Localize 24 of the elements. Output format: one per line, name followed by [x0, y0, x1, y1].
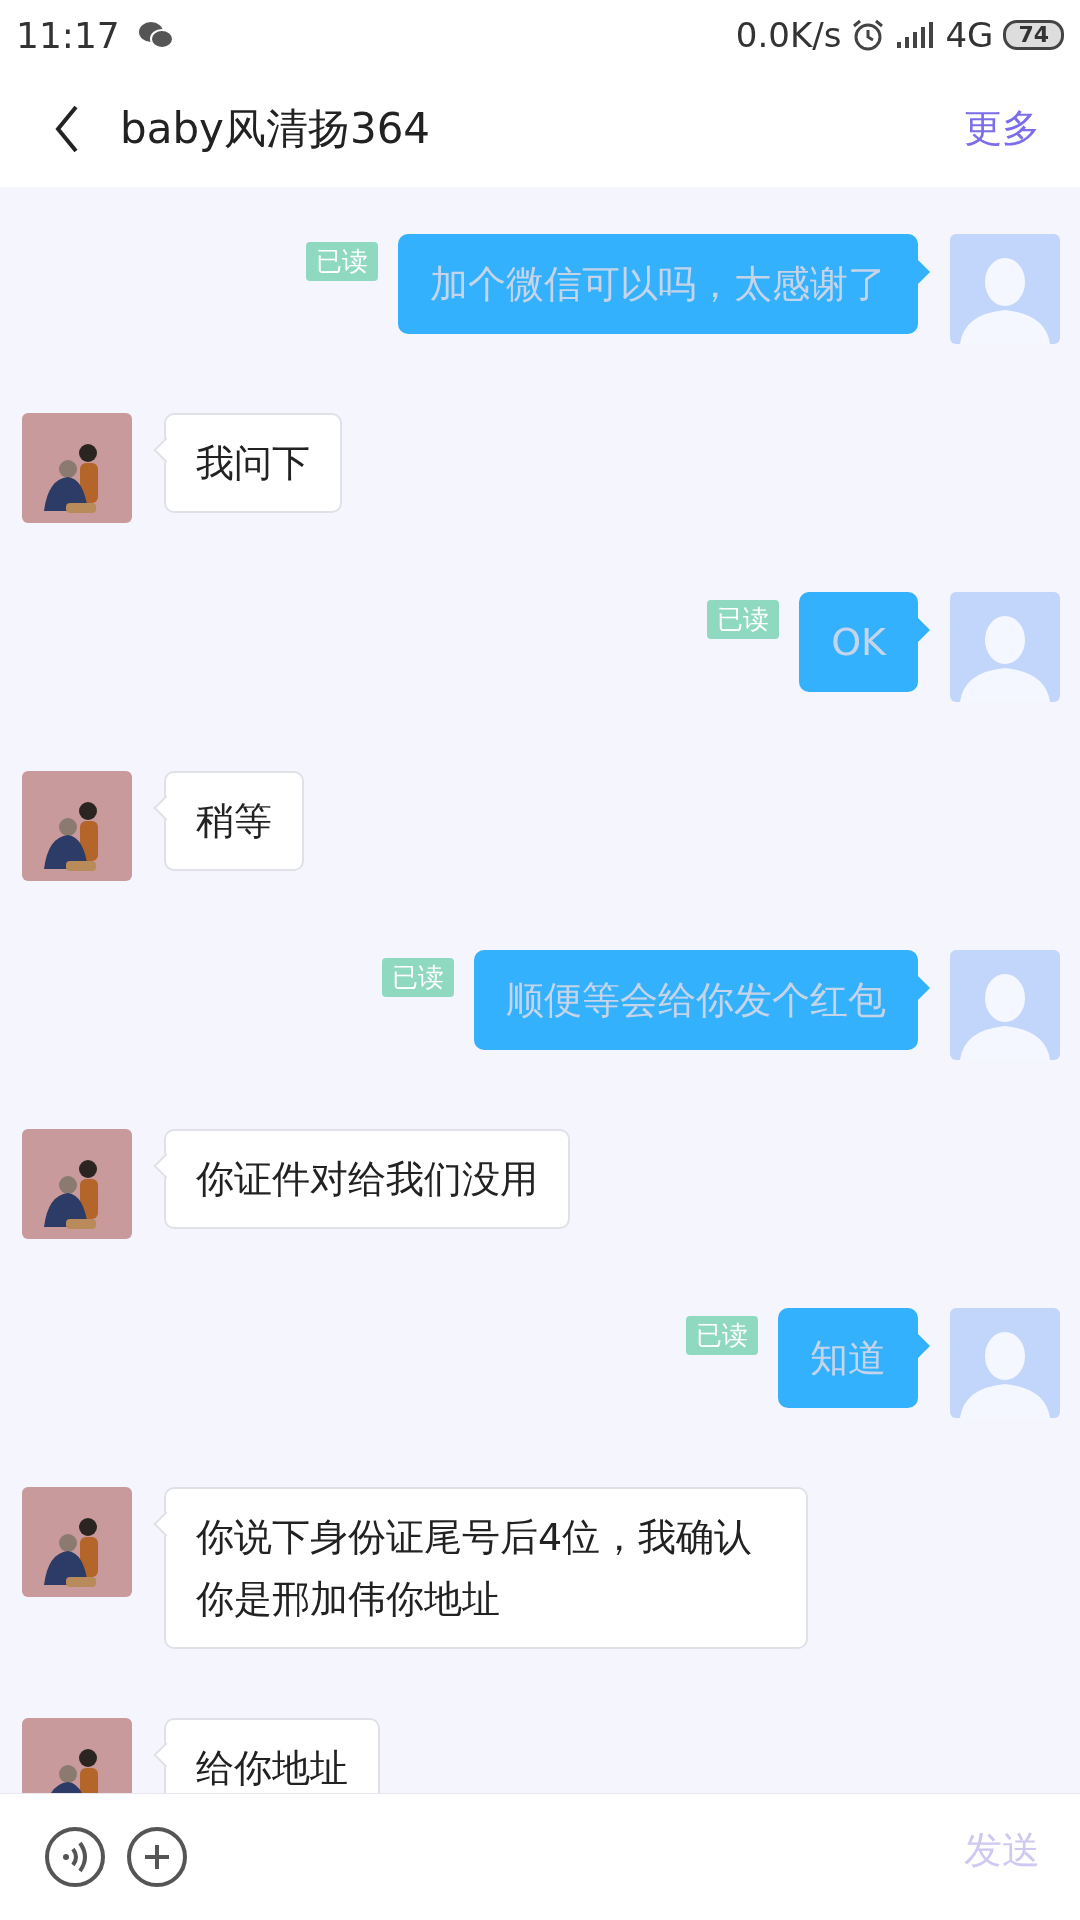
read-label: 已读: [686, 1316, 758, 1355]
avatar-icon: [950, 592, 1060, 702]
sent-message: 加个微信可以吗，太感谢了: [398, 234, 930, 334]
sent-message: 顺便等会给你发个红包: [474, 950, 930, 1050]
network-speed: 0.0K/s: [735, 15, 842, 55]
back-icon[interactable]: [54, 103, 80, 154]
network-type: 4G: [945, 15, 994, 55]
avatar-icon: [950, 234, 1060, 344]
read-label: 已读: [306, 242, 378, 281]
chat-app-icon: [137, 20, 174, 50]
more-link[interactable]: 更多: [964, 103, 1040, 154]
add-icon[interactable]: [126, 1826, 188, 1888]
avatar-icon: [950, 950, 1060, 1060]
chat-title: baby风清扬364: [120, 102, 431, 155]
sent-message: 知道: [778, 1308, 930, 1408]
signal-icon: [895, 20, 936, 50]
avatar-icon: [950, 1308, 1060, 1418]
voice-icon[interactable]: [44, 1826, 106, 1888]
read-label: 已读: [707, 600, 780, 639]
sent-message: OK: [799, 592, 930, 692]
status-time: 11:17: [16, 14, 120, 56]
read-label: 已读: [382, 958, 454, 997]
alarm-icon: [851, 18, 886, 52]
battery-indicator: 74: [1003, 20, 1064, 50]
